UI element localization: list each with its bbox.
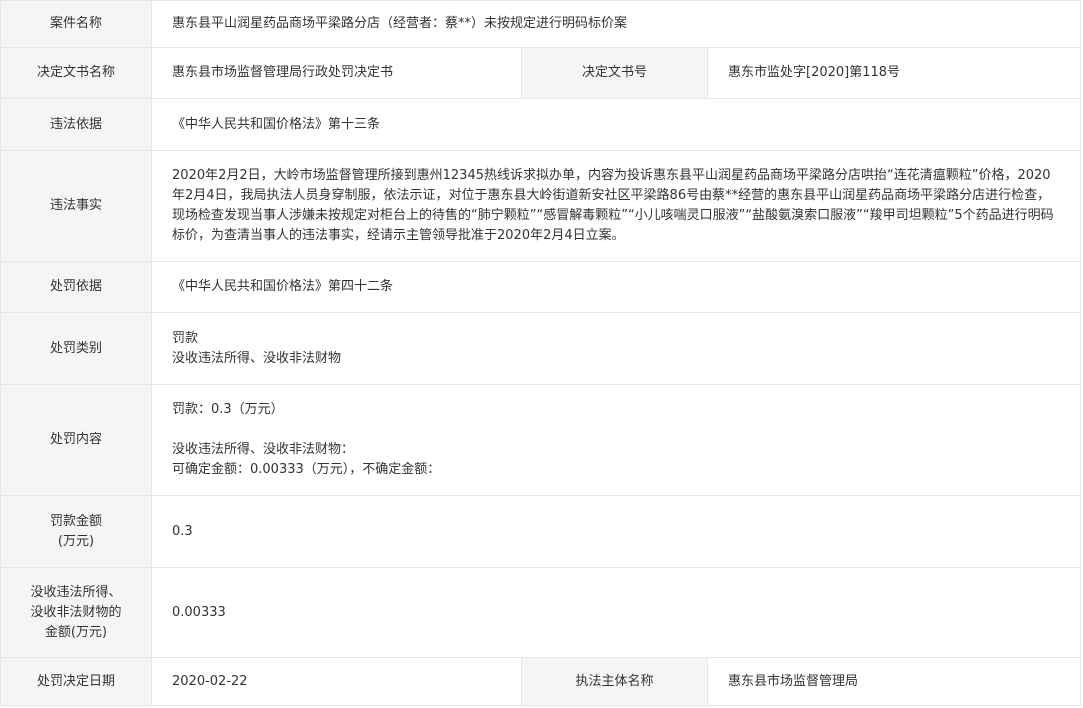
decision-date-label: 处罚决定日期 [0, 657, 152, 706]
fine-amount-label: 罚款金额 (万元) [0, 495, 152, 568]
row-penalty-type: 处罚类别 罚款 没收违法所得、没收非法财物 [0, 312, 1082, 385]
fine-amount-label-line2: (万元) [57, 533, 95, 549]
enforcement-agency-label: 执法主体名称 [521, 657, 708, 706]
penalty-type-value: 罚款 没收违法所得、没收非法财物 [150, 312, 1082, 385]
row-decision-date-agency: 处罚决定日期 2020-02-22 执法主体名称 惠东县市场监督管理局 [0, 657, 1082, 706]
violation-facts-label: 违法事实 [0, 150, 152, 262]
penalty-type-fine: 罚款 [172, 330, 199, 346]
violation-basis-label: 违法依据 [0, 98, 152, 151]
case-name-value: 惠东县平山润星药品商场平梁路分店（经营者：蔡**）未按规定进行明码标价案 [150, 0, 1082, 48]
penalty-content-fine: 罚款：0.3（万元） [172, 402, 284, 417]
penalty-info-table: 案件名称 惠东县平山润星药品商场平梁路分店（经营者：蔡**）未按规定进行明码标价… [0, 0, 1082, 706]
penalty-content-spacer [172, 420, 1060, 440]
confiscation-amount-value: 0.00333 [150, 567, 1082, 658]
row-violation-basis: 违法依据 《中华人民共和国价格法》第十三条 [0, 98, 1082, 151]
penalty-content-amount: 可确定金额：0.00333（万元），不确定金额： [172, 462, 441, 477]
confiscation-label-line3: 金额(万元) [44, 624, 108, 640]
fine-amount-label-line1: 罚款金额 [49, 513, 102, 529]
confiscation-amount-label: 没收违法所得、 没收非法财物的 金额(万元) [0, 567, 152, 658]
penalty-basis-value: 《中华人民共和国价格法》第四十二条 [150, 261, 1082, 313]
decision-doc-number-value: 惠东市监处字[2020]第118号 [706, 47, 1082, 99]
confiscation-label-line1: 没收违法所得、 [30, 584, 122, 600]
enforcement-agency-value: 惠东县市场监督管理局 [706, 657, 1082, 706]
row-decision-doc: 决定文书名称 惠东县市场监督管理局行政处罚决定书 决定文书号 惠东市监处字[20… [0, 47, 1082, 99]
penalty-basis-label: 处罚依据 [0, 261, 152, 313]
decision-doc-name-label: 决定文书名称 [0, 47, 152, 99]
confiscation-label-line2: 没收非法财物的 [30, 604, 122, 620]
row-penalty-basis: 处罚依据 《中华人民共和国价格法》第四十二条 [0, 261, 1082, 313]
violation-basis-value: 《中华人民共和国价格法》第十三条 [150, 98, 1082, 151]
penalty-type-confiscation: 没收违法所得、没收非法财物 [172, 350, 342, 366]
row-violation-facts: 违法事实 2020年2月2日，大岭市场监督管理所接到惠州12345热线诉求拟办单… [0, 150, 1082, 262]
penalty-content-value: 罚款：0.3（万元） 没收违法所得、没收非法财物： 可确定金额：0.00333（… [150, 384, 1082, 496]
row-case-name: 案件名称 惠东县平山润星药品商场平梁路分店（经营者：蔡**）未按规定进行明码标价… [0, 0, 1082, 48]
penalty-type-label: 处罚类别 [0, 312, 152, 385]
row-confiscation-amount: 没收违法所得、 没收非法财物的 金额(万元) 0.00333 [0, 567, 1082, 658]
row-penalty-content: 处罚内容 罚款：0.3（万元） 没收违法所得、没收非法财物： 可确定金额：0.0… [0, 384, 1082, 496]
penalty-content-confiscation: 没收违法所得、没收非法财物： [172, 442, 355, 457]
decision-doc-name-value: 惠东县市场监督管理局行政处罚决定书 [151, 47, 522, 99]
decision-doc-number-label: 决定文书号 [521, 47, 708, 99]
row-fine-amount: 罚款金额 (万元) 0.3 [0, 495, 1082, 568]
case-name-label: 案件名称 [0, 0, 152, 48]
decision-date-value: 2020-02-22 [151, 657, 522, 706]
violation-facts-value: 2020年2月2日，大岭市场监督管理所接到惠州12345热线诉求拟办单，内容为投… [150, 150, 1082, 262]
penalty-content-label: 处罚内容 [0, 384, 152, 496]
fine-amount-value: 0.3 [150, 495, 1082, 568]
